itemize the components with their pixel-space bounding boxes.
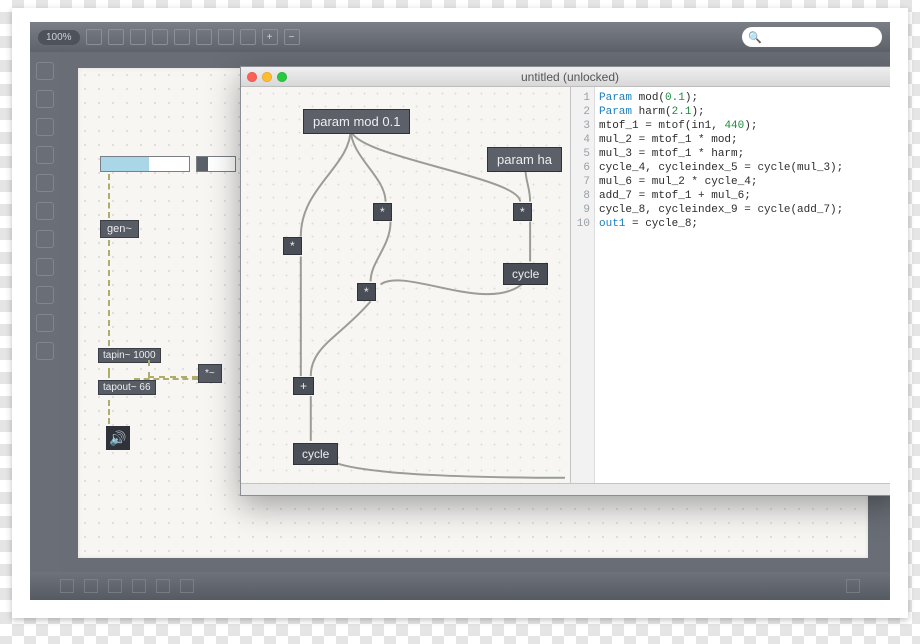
left-tool-10[interactable]: [36, 314, 54, 332]
minimize-button[interactable]: [262, 72, 272, 82]
gen-editor-window: untitled (unlocked) param mod: [240, 66, 890, 496]
gen-window-title: untitled (unlocked): [241, 70, 890, 84]
bottom-tool-2[interactable]: [84, 579, 98, 593]
left-tool-3[interactable]: [36, 118, 54, 136]
param-harm-node[interactable]: param ha: [487, 147, 562, 172]
gen-window-titlebar[interactable]: untitled (unlocked): [241, 67, 890, 87]
left-tool-11[interactable]: [36, 342, 54, 360]
left-tool-8[interactable]: [36, 258, 54, 276]
toolbar-icon-9[interactable]: +: [262, 29, 278, 45]
search-box[interactable]: 🔍: [742, 27, 882, 47]
gen-object[interactable]: gen~: [100, 220, 139, 238]
search-icon: 🔍: [748, 31, 762, 44]
zoom-indicator[interactable]: 100%: [38, 30, 80, 45]
mult-node-4[interactable]: *: [357, 283, 376, 301]
slider-2[interactable]: [196, 156, 236, 172]
toolbar-icon-1[interactable]: [86, 29, 102, 45]
left-toolbar: [30, 52, 60, 572]
mult-object[interactable]: *~: [198, 364, 222, 383]
traffic-lights: [247, 72, 287, 82]
slider-1[interactable]: [100, 156, 190, 172]
left-tool-7[interactable]: [36, 230, 54, 248]
line-gutter: 12345678910: [571, 87, 595, 483]
main-toolbar: 100% + − 🔍: [30, 22, 890, 52]
code-text: Param mod(0.1); Param harm(2.1); mtof_1 …: [599, 91, 890, 231]
toolbar-icon-6[interactable]: [196, 29, 212, 45]
left-tool-4[interactable]: [36, 146, 54, 164]
mult-node-2[interactable]: *: [513, 203, 532, 221]
plus-node[interactable]: +: [293, 377, 314, 395]
mult-node-1[interactable]: *: [373, 203, 392, 221]
mult-node-3[interactable]: *: [283, 237, 302, 255]
left-tool-9[interactable]: [36, 286, 54, 304]
toolbar-icon-7[interactable]: [218, 29, 234, 45]
toolbar-icon-3[interactable]: [130, 29, 146, 45]
left-tool-2[interactable]: [36, 90, 54, 108]
monitor-bezel: 100% + − 🔍: [12, 8, 908, 618]
bottom-tool-4[interactable]: [132, 579, 146, 593]
gen-patcher[interactable]: param mod 0.1 param ha * * * cycle * + c…: [241, 87, 571, 483]
left-tool-6[interactable]: [36, 202, 54, 220]
toolbar-icon-2[interactable]: [108, 29, 124, 45]
bottom-tool-6[interactable]: [180, 579, 194, 593]
app-window: 100% + − 🔍: [30, 22, 890, 600]
toolbar-icon-10[interactable]: −: [284, 29, 300, 45]
power-icon[interactable]: [846, 579, 860, 593]
toolbar-icon-8[interactable]: [240, 29, 256, 45]
bottom-tool-5[interactable]: [156, 579, 170, 593]
toolbar-icon-4[interactable]: [152, 29, 168, 45]
left-tool-1[interactable]: [36, 62, 54, 80]
toolbar-icon-5[interactable]: [174, 29, 190, 45]
bottom-tool-1[interactable]: [60, 579, 74, 593]
cycle-node-2[interactable]: cycle: [293, 443, 338, 465]
dac-object[interactable]: 🔊: [106, 426, 130, 450]
bottom-tool-3[interactable]: [108, 579, 122, 593]
gen-window-scrollbar[interactable]: [241, 483, 890, 495]
param-mod-node[interactable]: param mod 0.1: [303, 109, 410, 134]
search-input[interactable]: [766, 31, 890, 43]
gen-code-pane[interactable]: 12345678910 Param mod(0.1); Param harm(2…: [571, 87, 890, 483]
close-button[interactable]: [247, 72, 257, 82]
bottom-toolbar: [30, 572, 890, 600]
zoom-button[interactable]: [277, 72, 287, 82]
cycle-node-1[interactable]: cycle: [503, 263, 548, 285]
left-tool-5[interactable]: [36, 174, 54, 192]
